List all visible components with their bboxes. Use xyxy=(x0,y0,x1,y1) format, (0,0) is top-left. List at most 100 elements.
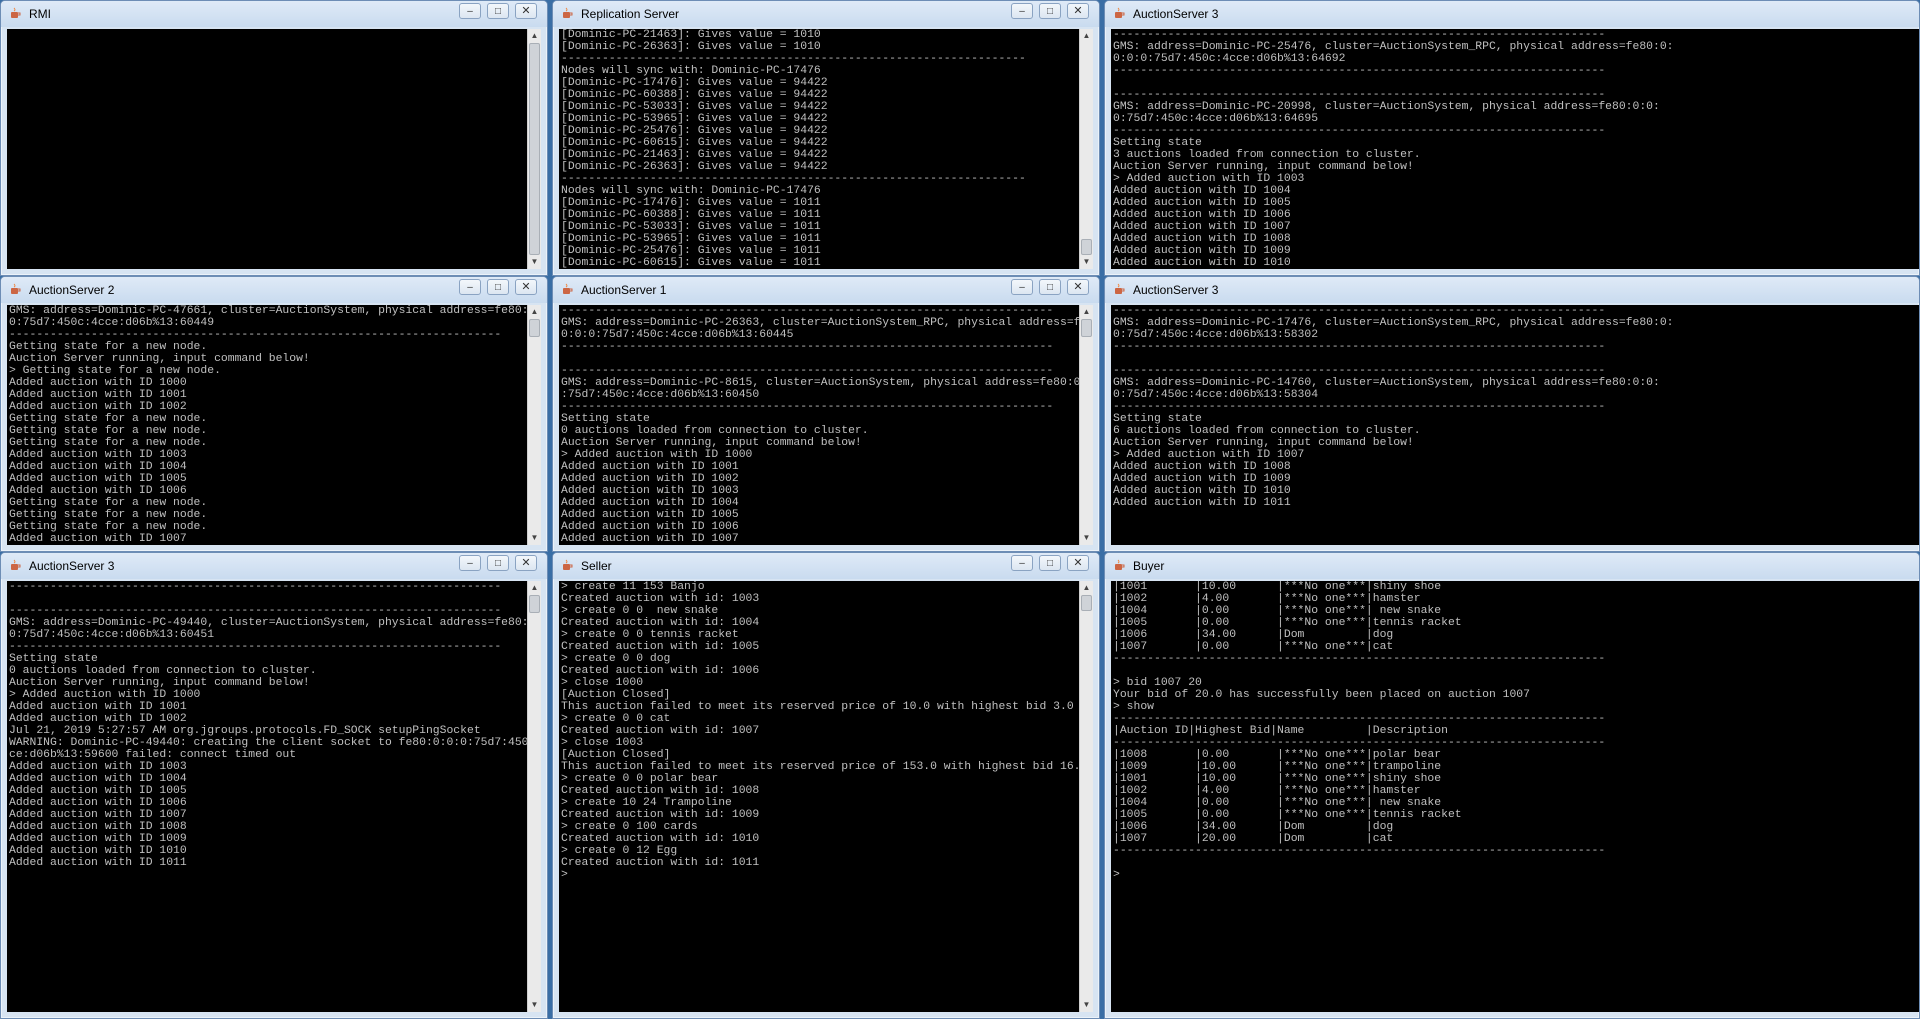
titlebar[interactable]: AuctionServer 3 xyxy=(1105,277,1919,303)
close-button[interactable]: ✕ xyxy=(515,3,537,19)
console-line: Getting state for a new node. xyxy=(9,437,208,449)
scroll-up-icon[interactable]: ▲ xyxy=(528,581,541,595)
console-line: Added auction with ID 1005 xyxy=(561,509,739,521)
vertical-scrollbar[interactable]: ▲ ▼ xyxy=(527,29,541,269)
console-output[interactable]: ----------------------------------------… xyxy=(559,305,1079,545)
vertical-scrollbar[interactable]: ▲ ▼ xyxy=(1079,29,1093,269)
scroll-down-icon[interactable]: ▼ xyxy=(528,531,541,545)
scroll-up-icon[interactable]: ▲ xyxy=(528,305,541,319)
console-line: Added auction with ID 1010 xyxy=(9,845,187,857)
console-output[interactable]: GMS: address=Dominic-PC-47661, cluster=A… xyxy=(7,305,527,545)
console-line: [Dominic-PC-60615]: Gives value = 1011 xyxy=(561,257,821,269)
console-line: ----------------------------------------… xyxy=(1113,29,1606,41)
scroll-down-icon[interactable]: ▼ xyxy=(1080,998,1093,1012)
window-auctionserver-3-bottom[interactable]: AuctionServer 3 – □ ✕ ------------------… xyxy=(0,552,548,1019)
window-replication-server[interactable]: Replication Server – □ ✕ [Dominic-PC-214… xyxy=(552,0,1100,276)
titlebar[interactable]: Replication Server – □ ✕ xyxy=(553,1,1099,27)
close-button[interactable]: ✕ xyxy=(1067,3,1089,19)
scroll-down-icon[interactable]: ▼ xyxy=(1080,531,1093,545)
maximize-button[interactable]: □ xyxy=(487,3,509,19)
console-text: [Dominic-PC-21463]: Gives value = 1010 [… xyxy=(559,29,1079,269)
console-line: Setting state xyxy=(561,413,650,425)
minimize-button[interactable]: – xyxy=(459,555,481,571)
scroll-up-icon[interactable]: ▲ xyxy=(1080,29,1093,43)
scroll-down-icon[interactable]: ▼ xyxy=(1080,255,1093,269)
window-auctionserver-3-top[interactable]: AuctionServer 3 ------------------------… xyxy=(1104,0,1920,276)
minimize-button[interactable]: – xyxy=(1011,3,1033,19)
maximize-button[interactable]: □ xyxy=(487,279,509,295)
console-line: |1006 |34.00 |Dom |dog xyxy=(1113,629,1394,641)
console-line: ----------------------------------------… xyxy=(1113,401,1606,413)
console-output[interactable] xyxy=(7,29,527,269)
console-line: ----------------------------------------… xyxy=(1113,713,1606,725)
scroll-thumb[interactable] xyxy=(1081,319,1092,337)
console-line: |1005 |0.00 |***No one***|tennis racket xyxy=(1113,809,1462,821)
console-line: |1002 |4.00 |***No one***|hamster xyxy=(1113,785,1421,797)
console-line: > close 1000 xyxy=(561,677,644,689)
console-line: ----------------------------------------… xyxy=(9,641,502,653)
minimize-button[interactable]: – xyxy=(1011,279,1033,295)
titlebar[interactable]: Buyer xyxy=(1105,553,1919,579)
minimize-button[interactable]: – xyxy=(459,279,481,295)
scroll-down-icon[interactable]: ▼ xyxy=(528,255,541,269)
console-line: Added auction with ID 1006 xyxy=(9,797,187,809)
console-line: |1008 |0.00 |***No one***|polar bear xyxy=(1113,749,1442,761)
console-line: Added auction with ID 1011 xyxy=(1113,497,1291,509)
window-auctionserver-2[interactable]: AuctionServer 2 – □ ✕ GMS: address=Domin… xyxy=(0,276,548,552)
titlebar[interactable]: AuctionServer 1 – □ ✕ xyxy=(553,277,1099,303)
console-line: Added auction with ID 1004 xyxy=(561,497,739,509)
console-line: > Added auction with ID 1000 xyxy=(9,689,201,701)
vertical-scrollbar[interactable]: ▲ ▼ xyxy=(527,581,541,1012)
maximize-button[interactable]: □ xyxy=(487,555,509,571)
console-line: ce:d06b%13:59600 failed: connect timed o… xyxy=(9,749,297,761)
console-line: Created auction with id: 1005 xyxy=(561,641,760,653)
window-buyer[interactable]: Buyer |1001 |10.00 |***No one***|shiny s… xyxy=(1104,552,1920,1019)
console-line: 0:75d7:450c:4cce:d06b%13:64695 xyxy=(1113,113,1319,125)
maximize-button[interactable]: □ xyxy=(1039,3,1061,19)
scroll-down-icon[interactable]: ▼ xyxy=(528,998,541,1012)
console-output[interactable]: |1001 |10.00 |***No one***|shiny shoe |1… xyxy=(1111,581,1919,1012)
maximize-button[interactable]: □ xyxy=(1039,555,1061,571)
close-button[interactable]: ✕ xyxy=(515,279,537,295)
console-line: Added auction with ID 1003 xyxy=(9,761,187,773)
close-button[interactable]: ✕ xyxy=(515,555,537,571)
titlebar[interactable]: AuctionServer 3 – □ ✕ xyxy=(1,553,547,579)
console-text: > create 11 153 Banjo Created auction wi… xyxy=(559,581,1079,881)
console-output[interactable]: ----------------------------------------… xyxy=(7,581,527,1012)
console-line: WARNING: Dominic-PC-49440: creating the … xyxy=(9,737,527,749)
minimize-button[interactable]: – xyxy=(1011,555,1033,571)
window-rmi[interactable]: RMI – □ ✕ ▲ ▼ xyxy=(0,0,548,276)
maximize-button[interactable]: □ xyxy=(1039,279,1061,295)
vertical-scrollbar[interactable]: ▲ ▼ xyxy=(1079,305,1093,545)
scroll-up-icon[interactable]: ▲ xyxy=(1080,305,1093,319)
console-output[interactable]: ----------------------------------------… xyxy=(1111,305,1919,545)
window-auctionserver-3-middle[interactable]: AuctionServer 3 ------------------------… xyxy=(1104,276,1920,552)
scroll-up-icon[interactable]: ▲ xyxy=(1080,581,1093,595)
scroll-up-icon[interactable]: ▲ xyxy=(528,29,541,43)
titlebar[interactable]: AuctionServer 3 xyxy=(1105,1,1919,27)
vertical-scrollbar[interactable]: ▲ ▼ xyxy=(527,305,541,545)
console-line: Added auction with ID 1009 xyxy=(1113,473,1291,485)
titlebar[interactable]: AuctionServer 2 – □ ✕ xyxy=(1,277,547,303)
scroll-thumb[interactable] xyxy=(529,319,540,337)
console-line: Created auction with id: 1006 xyxy=(561,665,760,677)
vertical-scrollbar[interactable]: ▲ ▼ xyxy=(1079,581,1093,1012)
window-auctionserver-1[interactable]: AuctionServer 1 – □ ✕ ------------------… xyxy=(552,276,1100,552)
console-line: ----------------------------------------… xyxy=(1113,125,1606,137)
scroll-thumb[interactable] xyxy=(1081,595,1092,611)
console-output[interactable]: ----------------------------------------… xyxy=(1111,29,1919,269)
window-seller[interactable]: Seller – □ ✕ > create 11 153 Banjo Creat… xyxy=(552,552,1100,1019)
scroll-thumb[interactable] xyxy=(1081,239,1092,255)
console-line: 0:0:0:75d7:450c:4cce:d06b%13:60445 xyxy=(561,329,794,341)
console-output[interactable]: [Dominic-PC-21463]: Gives value = 1010 [… xyxy=(559,29,1079,269)
close-button[interactable]: ✕ xyxy=(1067,555,1089,571)
scroll-thumb[interactable] xyxy=(529,43,540,255)
close-button[interactable]: ✕ xyxy=(1067,279,1089,295)
minimize-button[interactable]: – xyxy=(459,3,481,19)
scroll-thumb[interactable] xyxy=(529,595,540,613)
titlebar[interactable]: RMI – □ ✕ xyxy=(1,1,547,27)
titlebar[interactable]: Seller – □ ✕ xyxy=(553,553,1099,579)
console-line: > create 0 100 cards xyxy=(561,821,698,833)
console-line: ----------------------------------------… xyxy=(9,329,502,341)
console-output[interactable]: > create 11 153 Banjo Created auction wi… xyxy=(559,581,1079,1012)
